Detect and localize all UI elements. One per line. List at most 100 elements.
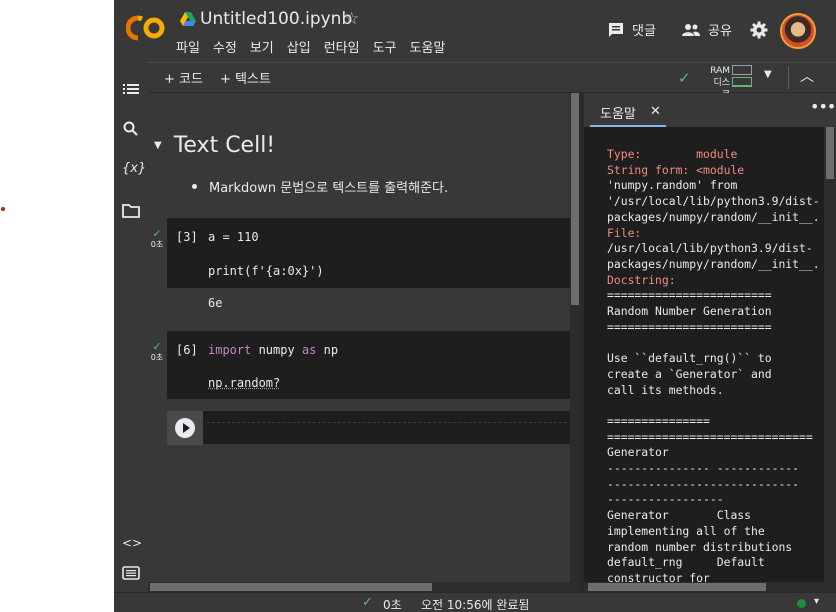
docstring-line: Use ``default_rng()`` to xyxy=(607,351,772,366)
bullet-dot xyxy=(192,184,197,189)
folder-icon[interactable] xyxy=(122,202,140,220)
docstring-line: ======================== xyxy=(607,288,772,303)
share-button[interactable]: 공유 xyxy=(682,20,732,39)
drive-icon xyxy=(180,12,196,26)
output-text: 6e xyxy=(208,296,223,310)
bullet-text: Markdown 문법으로 텍스트를 출력해준다. xyxy=(209,181,449,196)
empty-code-cell[interactable] xyxy=(167,410,571,445)
text-cell-heading: ▼ Text Cell! xyxy=(154,133,275,158)
status-completed-text: 오전 10:56에 완료됨 xyxy=(421,598,530,612)
empty-editor-line[interactable] xyxy=(207,422,567,423)
docstring-line: Generator xyxy=(607,445,669,460)
run-cell-play-icon[interactable] xyxy=(175,418,195,438)
colab-logo[interactable] xyxy=(126,13,166,43)
code-cell[interactable]: [3] a = 110 print(f'{a:0x}') xyxy=(167,218,571,288)
colab-window: Untitled100.ipynb ☆ 파일 수정 보기 삽입 런타임 도구 도… xyxy=(114,0,836,612)
collapse-section-icon[interactable]: ▼ xyxy=(154,140,162,151)
cell-status: ✓ 0초 xyxy=(148,228,166,250)
left-rail: {x} <> xyxy=(114,62,148,592)
star-icon[interactable]: ☆ xyxy=(344,9,359,29)
docstring-line: ======================== xyxy=(607,319,772,334)
menu-runtime[interactable]: 런타임 xyxy=(324,37,366,56)
search-icon[interactable] xyxy=(122,120,140,138)
disk-meter xyxy=(732,77,752,87)
notebook-area: ▼ Text Cell! Markdown 문법으로 텍스트를 출력해준다. ✓… xyxy=(148,93,580,592)
status-exec-time: 0초 xyxy=(383,598,402,612)
cell-exec-time: 0초 xyxy=(150,353,164,362)
user-avatar[interactable] xyxy=(780,13,816,49)
chevron-down-icon[interactable]: ▾ xyxy=(814,596,819,607)
scroll-thumb[interactable] xyxy=(150,583,432,591)
toolbar-separator xyxy=(788,67,789,89)
docstring-line: '/usr/local/lib/python3.9/dist- xyxy=(607,194,820,209)
exec-count[interactable]: [6] xyxy=(176,343,198,357)
docstring-line: --------------- ------------ xyxy=(607,461,800,476)
menu-view[interactable]: 보기 xyxy=(250,37,280,56)
add-code-button[interactable]: + 코드 xyxy=(164,68,203,87)
code-line[interactable]: import numpy as np xyxy=(208,343,338,357)
menubar: 파일 수정 보기 삽입 런타임 도구 도움말 xyxy=(176,37,458,56)
docstring-line: implementing all of the xyxy=(607,523,765,538)
docstring-line: Random Number Generation xyxy=(607,304,772,319)
menu-help[interactable]: 도움말 xyxy=(410,37,452,56)
docstring-line: ============================== xyxy=(607,429,813,444)
resource-meter[interactable] xyxy=(732,65,752,89)
text-cell-title: Text Cell! xyxy=(173,133,276,158)
cell-success-icon: ✓ xyxy=(152,227,162,240)
docstring-line: /usr/local/lib/python3.9/dist- xyxy=(607,241,813,256)
menu-file[interactable]: 파일 xyxy=(176,37,206,56)
scroll-thumb[interactable] xyxy=(571,93,579,305)
comment-icon xyxy=(609,22,623,37)
docstring-line: =============== xyxy=(607,413,710,428)
connection-status-dot[interactable] xyxy=(797,599,806,608)
code-snippets-icon[interactable]: <> xyxy=(122,534,142,552)
close-icon[interactable]: ✕ xyxy=(650,104,661,119)
connected-check-icon: ✓ xyxy=(678,69,691,87)
add-text-button[interactable]: + 텍스트 xyxy=(220,68,271,87)
external-marker-dot xyxy=(1,207,5,211)
docstring-line: packages/numpy/random/__init__. xyxy=(607,209,820,224)
docstring-line: random number distributions xyxy=(607,539,793,554)
menu-edit[interactable]: 수정 xyxy=(213,37,243,56)
docstring-line xyxy=(607,335,827,351)
help-tab-label: 도움말 xyxy=(600,107,636,122)
help-vertical-scrollbar[interactable] xyxy=(824,127,836,582)
comment-button[interactable]: 댓글 xyxy=(608,20,656,39)
code-cell[interactable]: [6] import numpy as np np.random? xyxy=(167,331,571,399)
terminal-icon[interactable] xyxy=(122,564,140,582)
scroll-thumb[interactable] xyxy=(588,583,766,591)
settings-gear-icon[interactable] xyxy=(750,21,768,39)
scroll-thumb[interactable] xyxy=(826,127,834,179)
status-bar: ✓ 0초 오전 10:56에 완료됨 ▾ xyxy=(114,592,836,612)
cell-success-icon: ✓ xyxy=(152,340,162,353)
ram-label: RAM xyxy=(710,66,730,76)
code-line[interactable]: print(f'{a:0x}') xyxy=(208,264,324,278)
help-horizontal-scrollbar[interactable] xyxy=(584,582,836,592)
help-panel: 도움말 ✕ ••• Type: module String form: <modu… xyxy=(584,93,836,592)
runtime-dropdown-icon[interactable]: ▼ xyxy=(764,69,772,80)
more-options-icon[interactable]: ••• xyxy=(810,97,836,116)
toc-icon[interactable] xyxy=(122,80,140,98)
docstring-line: ---------------------------- xyxy=(607,476,800,491)
menu-insert[interactable]: 삽입 xyxy=(287,37,317,56)
notebook-vertical-scrollbar[interactable] xyxy=(570,93,580,592)
code-line[interactable]: np.random? xyxy=(208,376,280,390)
toolbar: + 코드 + 텍스트 ✓ RAM 디스크 ▼ ︿ xyxy=(148,62,836,100)
variables-icon[interactable]: {x} xyxy=(122,160,146,178)
notebook-title[interactable]: Untitled100.ipynb xyxy=(200,9,352,29)
code-line[interactable]: a = 110 xyxy=(208,230,259,244)
docstring-line: packages/numpy/random/__init__. xyxy=(607,256,820,271)
cell-exec-time: 0초 xyxy=(150,240,164,249)
docstring-line: Type: module xyxy=(607,147,738,161)
docstring-line: ----------------- xyxy=(607,492,724,507)
help-tab[interactable]: 도움말 ✕ xyxy=(590,99,666,127)
people-icon xyxy=(682,23,700,36)
docstring-line: Docstring: xyxy=(607,272,676,287)
menu-tools[interactable]: 도구 xyxy=(373,37,403,56)
header: Untitled100.ipynb ☆ 파일 수정 보기 삽입 런타임 도구 도… xyxy=(114,0,836,62)
notebook-horizontal-scrollbar[interactable] xyxy=(148,582,570,592)
chevron-up-icon[interactable]: ︿ xyxy=(800,66,814,86)
docstring-line: default_rng Default xyxy=(607,555,765,570)
exec-count[interactable]: [3] xyxy=(176,230,198,244)
docstring-text: Type: module String form: <module'numpy.r… xyxy=(607,147,827,587)
